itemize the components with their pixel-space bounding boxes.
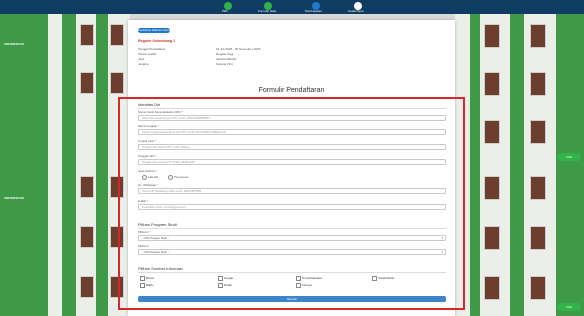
info-label: Sistem Kuliah	[138, 52, 157, 56]
window	[110, 72, 124, 94]
info-label: Tanggal Pendaftaran	[138, 47, 166, 51]
step-1-label: Pilih	[222, 9, 228, 13]
progress-steps-bar: Pilih Formulir Data Pembayaran Cetak Kar…	[0, 0, 584, 14]
info-value: Seleksi Mandiri	[216, 57, 237, 61]
info-value: Reguler Pagi	[216, 52, 234, 56]
window	[484, 176, 500, 200]
window	[530, 120, 546, 144]
whatsapp-chat-button[interactable]: Chat	[557, 303, 581, 311]
window	[530, 72, 546, 96]
building-sign: UNIVERSITAS	[4, 42, 24, 46]
step-3-label: Pembayaran	[305, 9, 323, 13]
window	[80, 72, 94, 94]
info-value: Sarjana (S1)	[216, 62, 233, 66]
window	[484, 120, 500, 144]
window	[110, 24, 124, 46]
building-left-green-wall	[0, 6, 48, 316]
window	[80, 176, 94, 198]
window	[484, 72, 500, 96]
back-home-button[interactable]: Kembali ke halaman utama	[138, 28, 170, 33]
whatsapp-chat-label: Chat	[565, 305, 573, 309]
building-sign: UNIVERSITAS	[4, 196, 24, 200]
pillar	[470, 6, 480, 316]
whatsapp-chat-label: Chat	[565, 155, 573, 159]
window	[484, 276, 500, 300]
window	[484, 226, 500, 250]
window	[530, 276, 546, 300]
form-title: Formulir Pendaftaran	[258, 87, 325, 94]
whatsapp-chat-button[interactable]: Chat	[557, 153, 581, 161]
pillar	[96, 6, 108, 316]
building-right-green-wall	[556, 6, 584, 316]
pillar	[510, 6, 524, 316]
highlight-box	[118, 97, 465, 310]
window	[530, 24, 546, 48]
info-label: Jenjang	[138, 62, 149, 66]
info-value: 01 Juli 2025 - 30 November 2025	[216, 47, 261, 51]
pillar	[62, 6, 76, 316]
window	[484, 24, 500, 48]
window	[530, 176, 546, 200]
window	[80, 276, 94, 298]
window	[80, 226, 94, 248]
gelombang-name: Reguler Gelombang 1	[138, 39, 176, 43]
step-2-label: Formulir Data	[258, 9, 277, 13]
window	[80, 24, 94, 46]
step-4-label: Cetak Kartu	[348, 9, 364, 13]
window	[530, 226, 546, 250]
info-label: Jalur	[138, 57, 145, 61]
